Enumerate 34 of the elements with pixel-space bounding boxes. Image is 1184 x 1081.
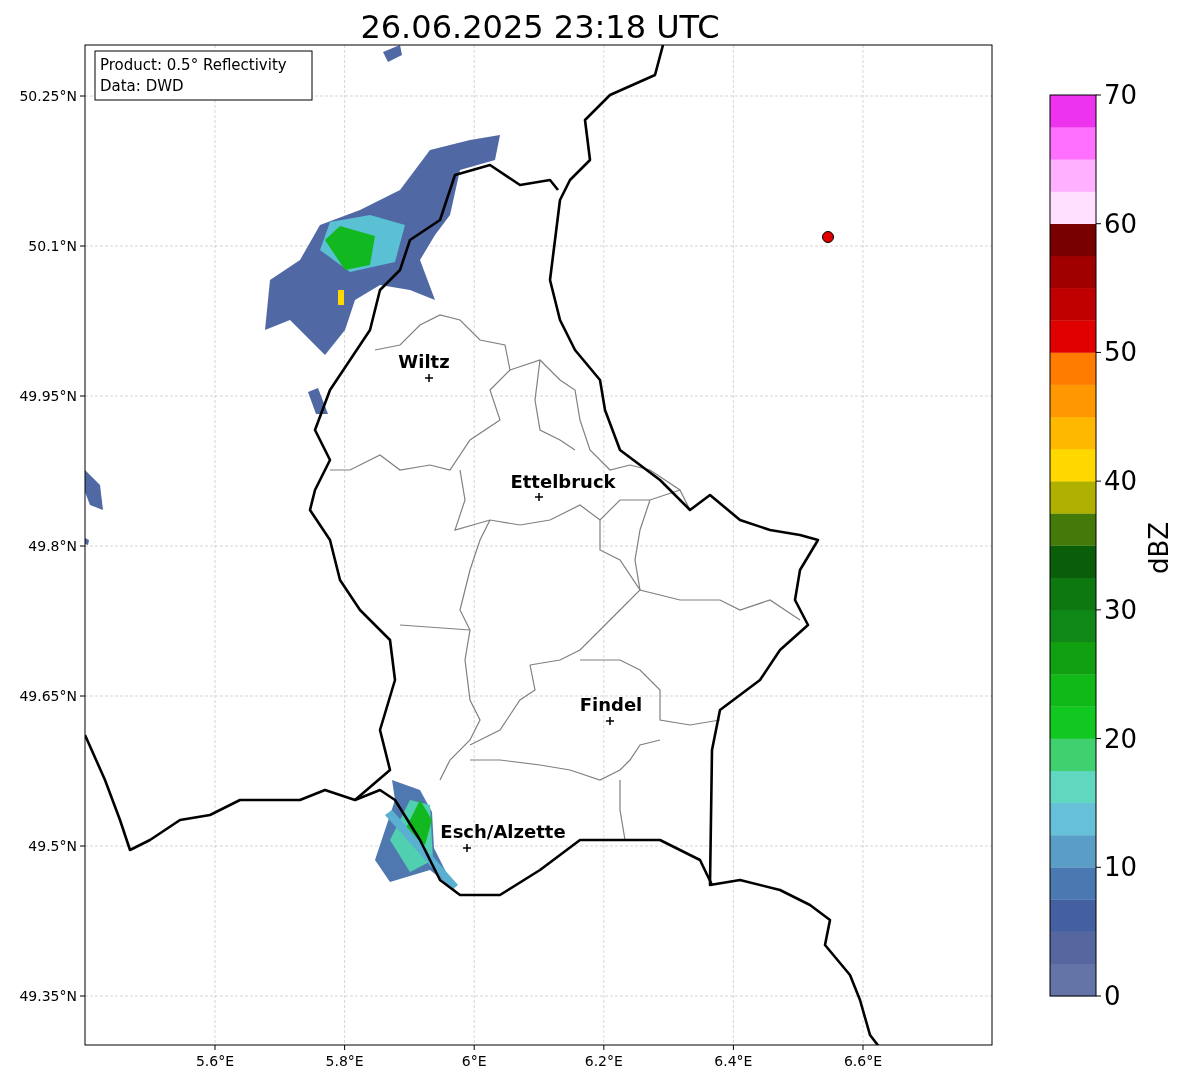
colorbar-tick-label: 20 [1104,723,1138,754]
city-marker-icon [534,492,544,502]
colorbar-tick-label: 70 [1104,80,1138,110]
axis-tick-label: 49.35°N [19,988,77,1004]
colorbar-tick-label: 40 [1104,466,1138,497]
axis-tick-label: 50.1°N [28,238,77,254]
axis-tick-label: 49.95°N [19,388,77,404]
city-marker-icon [424,373,434,383]
city-marker-icon [605,716,615,726]
city-label: Wiltz [398,351,450,372]
city-label: Ettelbruck [510,471,616,492]
radar-site-marker [822,231,834,243]
colorbar-tick-label: 0 [1104,981,1121,1011]
axis-tick-label: 50.25°N [19,88,77,104]
axis-tick-label: 5.8°E [325,1053,364,1069]
axis-tick-label: 5.6°E [195,1053,235,1069]
chart-title: 26.06.2025 23:18 UTC [360,8,720,46]
axis-tick-label: 49.8°N [28,538,77,554]
colorbar-tick-label: 30 [1104,594,1138,625]
axis-tick-label: 6.6°E [843,1053,883,1069]
colorbar-tick-label: 10 [1104,852,1138,883]
axis-tick-label: 6.2°E [584,1053,623,1069]
city-label: Findel [579,694,643,715]
axis-tick-label: 49.65°N [19,688,77,704]
axis-tick-label: 49.5°N [28,838,77,854]
axis-tick-label: 6°E [461,1053,487,1069]
city-marker-icon [462,843,472,853]
info-text: Product: 0.5° Reflectivity [100,56,287,74]
axis-tick-label: 6.4°E [714,1053,753,1069]
city-label: Esch/Alzette [440,821,566,842]
colorbar-tick-label: 60 [1104,208,1138,239]
colorbar-label: dBZ [1144,521,1174,575]
colorbar-tick-label: 50 [1104,337,1138,368]
info-text: Data: DWD [100,77,184,95]
